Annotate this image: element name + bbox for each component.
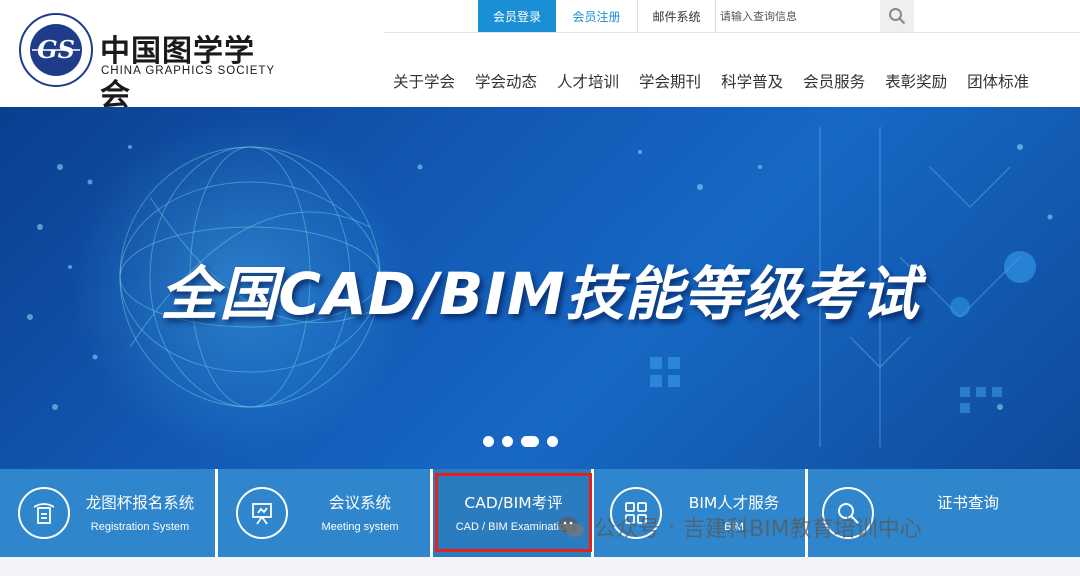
- nav-item-news[interactable]: 学会动态: [465, 70, 547, 92]
- nav-item-training[interactable]: 人才培训: [547, 70, 629, 92]
- carousel-dot[interactable]: [502, 436, 513, 447]
- watermark-prefix: 公众号: [594, 517, 661, 542]
- hero-banner[interactable]: 全国CAD/BIM技能等级考试: [0, 107, 1080, 469]
- service-bim-talent-title: BIM人才服务: [688, 494, 780, 512]
- watermark-account-name: 吉建科BIM教育培训中心: [683, 517, 922, 542]
- site-header: GS 中国图学学会 CHINA GRAPHICS SOCIETY 会员登录 会员…: [0, 0, 1080, 113]
- service-registration-title: 龙图杯报名系统: [85, 494, 195, 512]
- banner-title: 全国CAD/BIM技能等级考试: [160, 260, 920, 328]
- member-register-link[interactable]: 会员注册: [556, 0, 638, 32]
- nav-item-about[interactable]: 关于学会: [383, 70, 465, 92]
- main-nav: 关于学会 学会动态 人才培训 学会期刊 科学普及 会员服务 表彰奖励 团体标准: [383, 70, 1039, 92]
- wechat-icon: [558, 517, 584, 537]
- service-registration[interactable]: 龙图杯报名系统 Registration System: [0, 469, 218, 557]
- nav-item-member-services[interactable]: 会员服务: [793, 70, 875, 92]
- header-divider: [384, 32, 1080, 33]
- service-meeting-title: 会议系统: [328, 494, 391, 512]
- bottom-strip: [0, 557, 1080, 576]
- search-box: [716, 0, 880, 32]
- carousel-dot-active[interactable]: [521, 436, 539, 447]
- mail-system-link[interactable]: 邮件系统: [638, 0, 716, 32]
- search-button[interactable]: [880, 0, 914, 32]
- meeting-icon: [236, 487, 288, 539]
- watermark-separator: ·: [668, 514, 676, 540]
- page: GS 中国图学学会 CHINA GRAPHICS SOCIETY 会员登录 会员…: [0, 0, 1080, 576]
- wechat-watermark: 公众号 · 吉建科BIM教育培训中心: [556, 511, 922, 543]
- search-input[interactable]: [720, 9, 880, 23]
- carousel-dot[interactable]: [483, 436, 494, 447]
- top-toolbar: 会员登录 会员注册 邮件系统: [478, 0, 914, 32]
- nav-item-science[interactable]: 科学普及: [711, 70, 793, 92]
- logo-english-name: CHINA GRAPHICS SOCIETY: [101, 65, 276, 77]
- member-login-button[interactable]: 会员登录: [478, 0, 556, 32]
- registration-icon: [18, 487, 70, 539]
- site-logo[interactable]: GS 中国图学学会 CHINA GRAPHICS SOCIETY: [18, 10, 278, 113]
- service-certificate-title: 证书查询: [936, 494, 999, 512]
- nav-item-standards[interactable]: 团体标准: [957, 70, 1039, 92]
- carousel-dot[interactable]: [547, 436, 558, 447]
- search-icon: [889, 8, 906, 25]
- service-meeting-subtitle: Meeting system: [321, 521, 399, 533]
- service-registration-subtitle: Registration System: [90, 521, 190, 533]
- society-emblem-icon: GS: [19, 13, 93, 87]
- service-meeting[interactable]: 会议系统 Meeting system: [218, 469, 433, 557]
- carousel-indicators: [483, 436, 566, 447]
- nav-item-awards[interactable]: 表彰奖励: [875, 70, 957, 92]
- nav-item-journals[interactable]: 学会期刊: [629, 70, 711, 92]
